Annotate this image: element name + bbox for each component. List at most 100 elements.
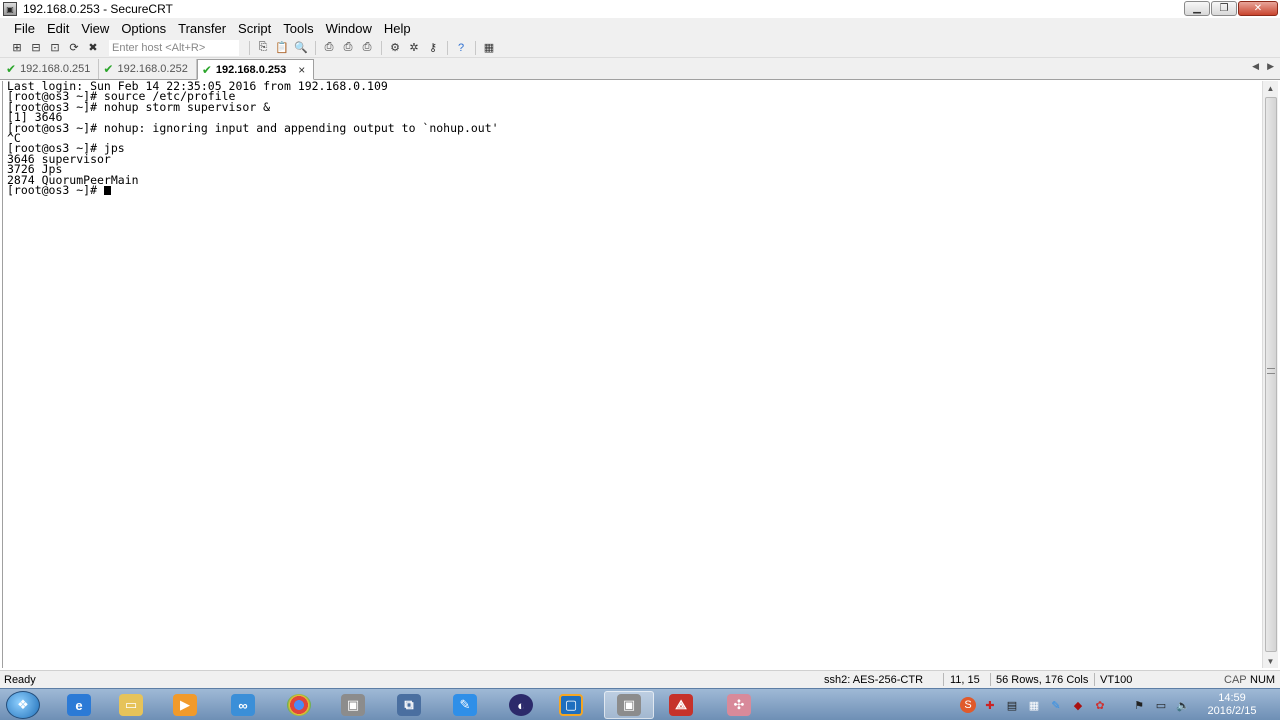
toolbar-separator	[447, 40, 448, 55]
connect-in-tab-icon[interactable]: ⊡	[46, 40, 64, 56]
notes-app-icon[interactable]: ✎	[440, 691, 490, 719]
action-center-icon[interactable]: ⚑	[1131, 697, 1147, 713]
tray-app-icon[interactable]: ✎	[1048, 697, 1064, 713]
input-method-icon[interactable]: S	[960, 697, 976, 713]
sftp-icon[interactable]: ▦	[480, 40, 498, 56]
tab-scroll-left-icon[interactable]: ◀	[1252, 61, 1259, 72]
securecrt-taskbar-icon[interactable]: ▣	[604, 691, 654, 719]
global-options-icon[interactable]: ✲	[405, 40, 423, 56]
menu-window[interactable]: Window	[320, 21, 378, 36]
session-tabs: ✔ 192.168.0.251 ✔ 192.168.0.252 ✔ 192.16…	[0, 58, 1280, 80]
connected-check-icon: ✔	[201, 62, 212, 77]
securecrt-app-icon[interactable]: ▣	[3, 2, 17, 16]
status-ready: Ready	[4, 674, 36, 686]
reconnect-icon[interactable]: ⟳	[65, 40, 83, 56]
tab-label: 192.168.0.251	[20, 63, 91, 75]
menu-file[interactable]: File	[8, 21, 41, 36]
tray-app-icon[interactable]: ◆	[1070, 697, 1086, 713]
toolbar-separator	[315, 40, 316, 55]
eclipse-icon[interactable]: ◐	[496, 691, 546, 719]
file-explorer-icon[interactable]: ▭	[106, 691, 156, 719]
media-player-icon[interactable]: ▶	[160, 691, 210, 719]
internet-explorer-icon[interactable]: e	[54, 691, 104, 719]
status-bar: Ready ssh2: AES-256-CTR 11, 15 56 Rows, …	[0, 670, 1280, 688]
terminal-scrollbar[interactable]: ▲ ▼	[1262, 81, 1278, 668]
cloud-sync-icon[interactable]: ∞	[218, 691, 268, 719]
quick-connect-icon[interactable]: ⊟	[27, 40, 45, 56]
window-controls: ▁ ❐ ✕	[1184, 1, 1278, 16]
status-cipher: ssh2: AES-256-CTR	[824, 674, 924, 686]
close-button[interactable]: ✕	[1238, 1, 1278, 16]
toolbar-separator	[249, 40, 250, 55]
chrome-icon[interactable]	[274, 691, 324, 719]
print-icon[interactable]: ⎙	[320, 40, 338, 56]
copy-icon[interactable]: ⎘	[254, 40, 272, 56]
terminal-cursor	[103, 185, 111, 195]
toolbar-separator	[381, 40, 382, 55]
status-emulation: VT100	[1100, 674, 1133, 686]
menu-tools[interactable]: Tools	[277, 21, 319, 36]
connect-icon[interactable]: ⊞	[8, 40, 26, 56]
connected-check-icon: ✔	[103, 62, 114, 76]
tray-app-icon[interactable]: ▦	[1026, 697, 1042, 713]
keymap-icon[interactable]: ⚷	[424, 40, 442, 56]
status-divider	[943, 673, 944, 686]
terminal-line: 3646 supervisor	[7, 151, 111, 166]
start-button-icon[interactable]: ❖	[6, 691, 40, 719]
menu-options[interactable]: Options	[115, 21, 172, 36]
clock-date: 2016/2/15	[1207, 705, 1257, 717]
status-cursor-position: 11, 15	[950, 674, 980, 686]
tab-close-icon[interactable]: ×	[298, 63, 305, 77]
status-terminal-size: 56 Rows, 176 Cols	[996, 674, 1089, 686]
clock-time: 14:59	[1218, 692, 1246, 704]
scrollbar-grip	[1267, 368, 1275, 374]
restore-button[interactable]: ❐	[1211, 1, 1237, 16]
securefx-icon[interactable]: ▣	[328, 691, 378, 719]
terminal-prompt-line: [root@os3 ~]#	[7, 182, 1262, 197]
terminal-line: [root@os3 ~]# nohup storm supervisor &	[7, 99, 271, 114]
scroll-up-arrow-icon[interactable]: ▲	[1263, 81, 1278, 95]
terminal-output[interactable]: Last login: Sun Feb 14 22:35:05 2016 fro…	[2, 81, 1262, 668]
pdf-reader-icon[interactable]: ⟁	[656, 691, 706, 719]
terminal-prompt: [root@os3 ~]#	[7, 182, 104, 197]
enter-host-input[interactable]: Enter host <Alt+R>	[109, 39, 239, 56]
tab-192-168-0-253[interactable]: ✔ 192.168.0.253 ×	[196, 59, 315, 80]
tab-192-168-0-252[interactable]: ✔ 192.168.0.252	[99, 59, 197, 79]
minimize-button[interactable]: ▁	[1184, 1, 1210, 16]
tab-scroll-right-icon[interactable]: ▶	[1267, 61, 1274, 72]
network-tool-icon[interactable]: ⧉	[384, 691, 434, 719]
status-divider	[1094, 673, 1095, 686]
tab-label: 192.168.0.252	[117, 63, 188, 75]
menu-bar: File Edit View Options Transfer Script T…	[0, 18, 1280, 38]
menu-transfer[interactable]: Transfer	[172, 21, 232, 36]
volume-icon[interactable]: 🔈	[1175, 697, 1191, 713]
help-icon[interactable]: ?	[452, 40, 470, 56]
virtualbox-icon[interactable]: ▢	[546, 691, 596, 719]
paste-icon[interactable]: 📋	[273, 40, 291, 56]
windows-taskbar: ❖ e ▭ ▶ ∞ ▣ ⧉ ✎ ◐ ▢ ▣ ⟁ ✣ S ✚ ▤ ▦ ✎ ◆ ✿ …	[0, 688, 1280, 720]
print-selection-icon[interactable]: ⎙	[339, 40, 357, 56]
tray-app-icon[interactable]: ▤	[1004, 697, 1020, 713]
find-icon[interactable]: 🔍	[292, 40, 310, 56]
status-divider	[990, 673, 991, 686]
menu-help[interactable]: Help	[378, 21, 417, 36]
tray-app-icon[interactable]: ✿	[1092, 697, 1108, 713]
disconnect-icon[interactable]: ✖	[84, 40, 102, 56]
network-icon[interactable]: ▭	[1153, 697, 1169, 713]
tab-label: 192.168.0.253	[215, 63, 287, 76]
tab-192-168-0-251[interactable]: ✔ 192.168.0.251	[2, 59, 100, 79]
scroll-down-arrow-icon[interactable]: ▼	[1263, 654, 1278, 668]
toolbar: ⊞ ⊟ ⊡ ⟳ ✖ Enter host <Alt+R> ⎘ 📋 🔍 ⎙ ⎙ ⎙…	[0, 38, 1280, 58]
terminal-line: [root@os3 ~]# jps	[7, 141, 125, 156]
session-options-icon[interactable]: ⚙	[386, 40, 404, 56]
print-setup-icon[interactable]: ⎙	[358, 40, 376, 56]
toolbar-separator	[475, 40, 476, 55]
scrollbar-thumb[interactable]	[1265, 97, 1277, 652]
menu-view[interactable]: View	[75, 21, 115, 36]
menu-script[interactable]: Script	[232, 21, 277, 36]
menu-edit[interactable]: Edit	[41, 21, 75, 36]
tray-app-icon[interactable]: ✚	[982, 697, 998, 713]
taskbar-clock[interactable]: 14:59 2016/2/15	[1198, 692, 1266, 718]
system-tray: S ✚ ▤ ▦ ✎ ◆ ✿ ⚑ ▭ 🔈 14:59 2016/2/15	[957, 689, 1280, 720]
dragonfly-app-icon[interactable]: ✣	[714, 691, 764, 719]
